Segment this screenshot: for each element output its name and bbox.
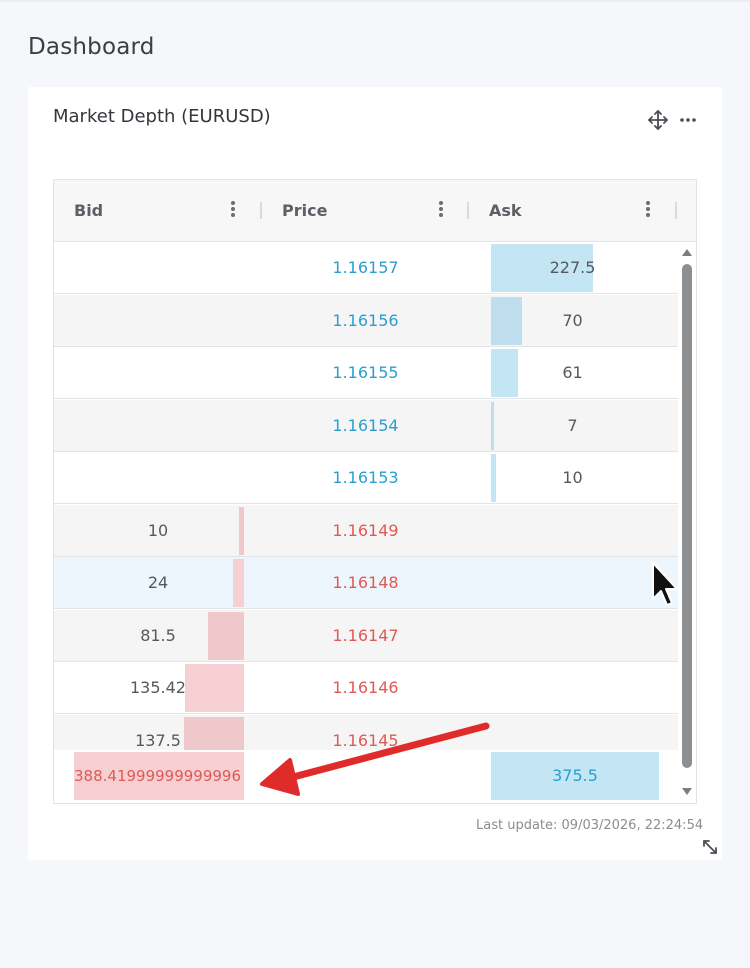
bid-cell: 135.42 xyxy=(130,678,186,697)
ask-cell: 7 xyxy=(567,415,578,435)
scroll-down-arrow-icon[interactable] xyxy=(682,788,692,795)
column-resize-handle[interactable] xyxy=(675,202,677,219)
column-label-ask: Ask xyxy=(489,201,522,220)
table-row[interactable]: 81.5 1.16147 xyxy=(54,609,678,662)
table-row[interactable]: 1.16155 61 xyxy=(54,347,678,399)
table-row[interactable]: 1.16154 7 xyxy=(54,399,678,452)
ask-cell: 10 xyxy=(562,468,583,487)
move-icon[interactable] xyxy=(647,109,669,131)
bid-cell: 24 xyxy=(147,573,169,592)
price-cell: 1.16153 xyxy=(332,468,399,487)
ask-cell xyxy=(469,662,676,714)
top-border xyxy=(0,0,750,2)
column-menu-icon[interactable] xyxy=(643,201,653,221)
price-cell: 1.16157 xyxy=(332,258,399,277)
bid-cell xyxy=(54,452,262,504)
page-title: Dashboard xyxy=(28,34,155,60)
bid-cell: 10 xyxy=(147,520,169,540)
grid-header: Bid Price Ask xyxy=(54,180,696,242)
price-cell: 1.16148 xyxy=(332,573,399,592)
bid-cell xyxy=(54,347,262,399)
column-label-price: Price xyxy=(282,201,328,220)
ask-cell: 227.5 xyxy=(549,258,596,277)
column-menu-icon[interactable] xyxy=(228,201,238,221)
column-label-bid: Bid xyxy=(74,201,104,220)
table-row[interactable]: 135.42 1.16146 xyxy=(54,662,678,714)
bid-cell xyxy=(54,400,262,452)
market-depth-widget: Market Depth (EURUSD) Bid Price Ask 1.16… xyxy=(28,87,722,860)
resize-icon[interactable] xyxy=(701,838,719,856)
ask-cell xyxy=(469,505,676,557)
widget-title: Market Depth (EURUSD) xyxy=(53,106,271,127)
table-row[interactable]: 24 1.16148 xyxy=(54,557,678,609)
table-row[interactable]: 1.16156 70 xyxy=(54,294,678,347)
scrollbar-thumb[interactable] xyxy=(682,264,692,768)
ask-cell xyxy=(469,610,676,662)
bid-cell xyxy=(54,295,262,347)
more-horizontal-icon[interactable] xyxy=(677,109,699,131)
price-cell: 1.16147 xyxy=(332,625,399,645)
ask-cell: 61 xyxy=(562,363,583,382)
last-update-text: Last update: 09/03/2026, 22:24:54 xyxy=(476,818,704,833)
scroll-up-arrow-icon[interactable] xyxy=(682,249,692,256)
column-header-bid[interactable]: Bid xyxy=(54,180,262,241)
price-cell: 1.16156 xyxy=(332,310,399,330)
table-row[interactable]: 1.16157 227.5 xyxy=(54,242,678,294)
table-row[interactable]: 1.16153 10 xyxy=(54,452,678,504)
bid-cell: 81.5 xyxy=(140,625,176,645)
totals-row: 388.41999999999996 375.5 xyxy=(54,750,678,803)
mouse-pointer-icon xyxy=(652,562,678,606)
depth-grid: Bid Price Ask 1.16157 227.5 1.16156 70 1.161… xyxy=(53,179,697,804)
column-header-price[interactable]: Price xyxy=(262,180,469,241)
ask-cell xyxy=(469,557,676,609)
ask-total: 375.5 xyxy=(491,752,659,800)
bid-total: 388.41999999999996 xyxy=(74,752,244,800)
price-cell: 1.16155 xyxy=(332,363,399,382)
table-row[interactable]: 10 1.16149 xyxy=(54,504,678,557)
ask-cell: 70 xyxy=(562,310,583,330)
bid-cell xyxy=(54,242,262,294)
column-menu-icon[interactable] xyxy=(436,201,446,221)
column-header-ask[interactable]: Ask xyxy=(469,180,696,241)
price-cell: 1.16154 xyxy=(332,415,399,435)
price-cell: 1.16146 xyxy=(332,678,399,697)
price-cell: 1.16149 xyxy=(332,520,399,540)
